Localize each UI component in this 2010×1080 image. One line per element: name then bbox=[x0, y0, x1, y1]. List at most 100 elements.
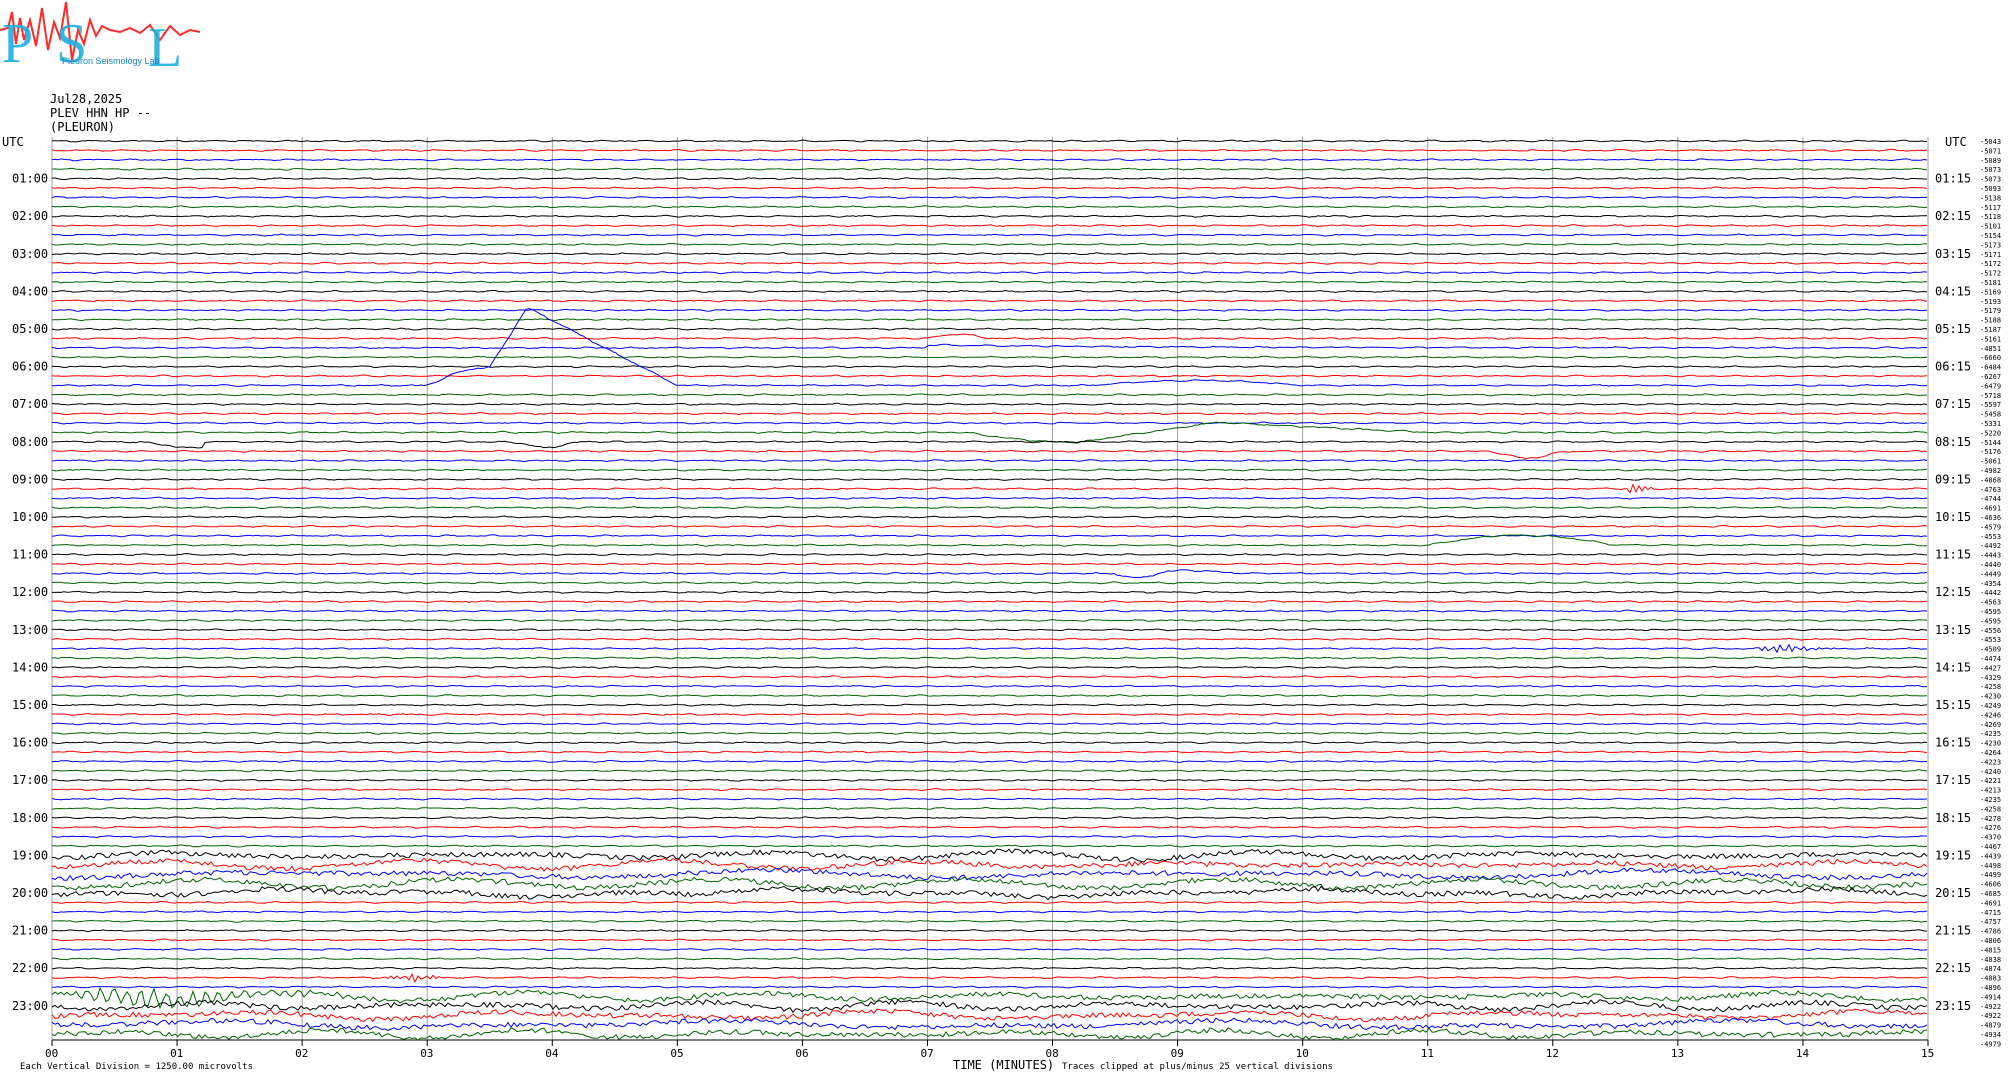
trace-offset-label: -4691 bbox=[1980, 505, 2001, 513]
trace-offset-label: -4595 bbox=[1980, 608, 2001, 616]
trace-offset-label: -4509 bbox=[1980, 646, 2001, 654]
left-hour-label: 01:00 bbox=[12, 172, 48, 186]
trace-offset-label: -4757 bbox=[1980, 918, 2001, 926]
trace-line bbox=[51, 731, 1928, 735]
right-hour-label: 08:15 bbox=[1935, 435, 1971, 449]
trace-line bbox=[51, 900, 1928, 904]
x-tick-label: 14 bbox=[1796, 1047, 1810, 1060]
trace-offset-label: -4370 bbox=[1980, 834, 2001, 842]
helicorder-plot: UTC UTC TIME (MINUTES) Traces clipped at… bbox=[2, 135, 2001, 1072]
trace-line bbox=[51, 778, 1927, 782]
trace-line bbox=[51, 844, 1928, 848]
left-utc-label: UTC bbox=[2, 135, 24, 149]
x-tick-label: 01 bbox=[170, 1047, 183, 1060]
trace-line bbox=[51, 195, 1927, 199]
trace-offset-label: -4815 bbox=[1980, 946, 2001, 954]
trace-offset-label: -5176 bbox=[1980, 448, 2001, 456]
left-hour-label: 05:00 bbox=[12, 322, 48, 336]
trace-line bbox=[51, 816, 1928, 820]
trace-line bbox=[51, 477, 1928, 481]
trace-offset-label: -6660 bbox=[1980, 354, 2001, 362]
scale-note: Each Vertical Division = 1250.00 microvo… bbox=[20, 1062, 253, 1072]
trace-line bbox=[51, 599, 1928, 604]
trace-line bbox=[51, 440, 1928, 449]
trace-line bbox=[52, 449, 1928, 459]
trace-line bbox=[51, 656, 1928, 660]
left-hour-label: 06:00 bbox=[12, 360, 48, 374]
trace-offset-label: -4440 bbox=[1980, 561, 2001, 569]
trace-offset-label: -5101 bbox=[1980, 223, 2001, 231]
right-hour-label: 23:15 bbox=[1935, 999, 1971, 1013]
trace-offset-label: -4883 bbox=[1980, 975, 2001, 983]
trace-line bbox=[51, 393, 1928, 397]
trace-line bbox=[51, 876, 1928, 891]
trace-line bbox=[51, 553, 1928, 557]
trace-offset-label: -4213 bbox=[1980, 787, 2001, 795]
trace-line bbox=[51, 618, 1928, 622]
trace-line bbox=[51, 214, 1928, 218]
trace-offset-label: -4276 bbox=[1980, 824, 2001, 832]
seismic-traces bbox=[51, 139, 1928, 1041]
trace-offset-label: -4763 bbox=[1980, 486, 2001, 494]
trace-line bbox=[52, 261, 1928, 265]
trace-line bbox=[52, 703, 1928, 707]
trace-offset-label: -4838 bbox=[1980, 956, 2001, 964]
right-hour-label: 10:15 bbox=[1935, 510, 1971, 524]
trace-line bbox=[52, 590, 1928, 594]
trace-line bbox=[51, 186, 1928, 190]
left-hour-label: 09:00 bbox=[12, 472, 48, 486]
trace-offset-label: -4249 bbox=[1980, 702, 2001, 710]
trace-line bbox=[51, 421, 1928, 425]
trace-offset-label: -5331 bbox=[1980, 420, 2001, 428]
left-hour-label: 08:00 bbox=[12, 435, 48, 449]
right-hour-label: 16:15 bbox=[1935, 736, 1971, 750]
trace-line bbox=[51, 759, 1928, 764]
right-hour-label: 07:15 bbox=[1935, 397, 1971, 411]
trace-offset-label: -4221 bbox=[1980, 777, 2001, 785]
trace-offset-label: -6267 bbox=[1980, 373, 2001, 381]
trace-offset-label: -4223 bbox=[1980, 758, 2001, 766]
trace-offset-label: -4553 bbox=[1980, 636, 2001, 644]
trace-line bbox=[51, 148, 1928, 152]
trace-offset-label: -4235 bbox=[1980, 730, 2001, 738]
trace-offset-label: -4579 bbox=[1980, 523, 2001, 531]
trace-line bbox=[51, 333, 1928, 340]
left-hour-label: 03:00 bbox=[12, 247, 48, 261]
right-hour-label: 03:15 bbox=[1935, 247, 1971, 261]
trace-line bbox=[51, 496, 1928, 500]
trace-offset-label: -4439 bbox=[1980, 852, 2001, 860]
trace-line bbox=[51, 483, 1928, 494]
trace-line bbox=[51, 684, 1928, 688]
trace-offset-label: -4467 bbox=[1980, 843, 2001, 851]
left-hour-label: 15:00 bbox=[12, 698, 48, 712]
trace-line bbox=[51, 985, 1928, 989]
trace-offset-label: -4258 bbox=[1980, 805, 2001, 813]
trace-line bbox=[51, 910, 1928, 914]
trace-line bbox=[51, 233, 1928, 237]
trace-offset-label: -4851 bbox=[1980, 345, 2001, 353]
trace-line bbox=[51, 972, 1928, 984]
trace-line bbox=[51, 806, 1928, 810]
trace-offset-label: -5220 bbox=[1980, 429, 2001, 437]
trace-offset-label: -4874 bbox=[1980, 965, 2001, 973]
trace-line bbox=[51, 365, 1928, 369]
trace-offset-label: -4427 bbox=[1980, 664, 2001, 672]
trace-offset-label: -4235 bbox=[1980, 796, 2001, 804]
trace-offset-label: -5718 bbox=[1980, 392, 2001, 400]
trace-offset-label: -4246 bbox=[1980, 711, 2001, 719]
trace-line bbox=[51, 797, 1928, 801]
x-tick-label: 04 bbox=[545, 1047, 559, 1060]
trace-line bbox=[52, 834, 1928, 839]
trace-offset-label: -4498 bbox=[1980, 862, 2001, 870]
trace-line bbox=[51, 919, 1928, 923]
left-hour-label: 10:00 bbox=[12, 510, 48, 524]
x-tick-label: 12 bbox=[1546, 1047, 1559, 1060]
trace-offset-label: -4896 bbox=[1980, 984, 2001, 992]
trace-line bbox=[51, 741, 1928, 745]
x-axis-label: TIME (MINUTES) bbox=[953, 1058, 1054, 1072]
trace-offset-label: -5597 bbox=[1980, 401, 2001, 409]
trace-line bbox=[51, 857, 1928, 872]
trace-offset-label: -4806 bbox=[1980, 937, 2001, 945]
trace-offset-label: -5172 bbox=[1980, 270, 2001, 278]
x-tick-label: 06 bbox=[795, 1047, 808, 1060]
